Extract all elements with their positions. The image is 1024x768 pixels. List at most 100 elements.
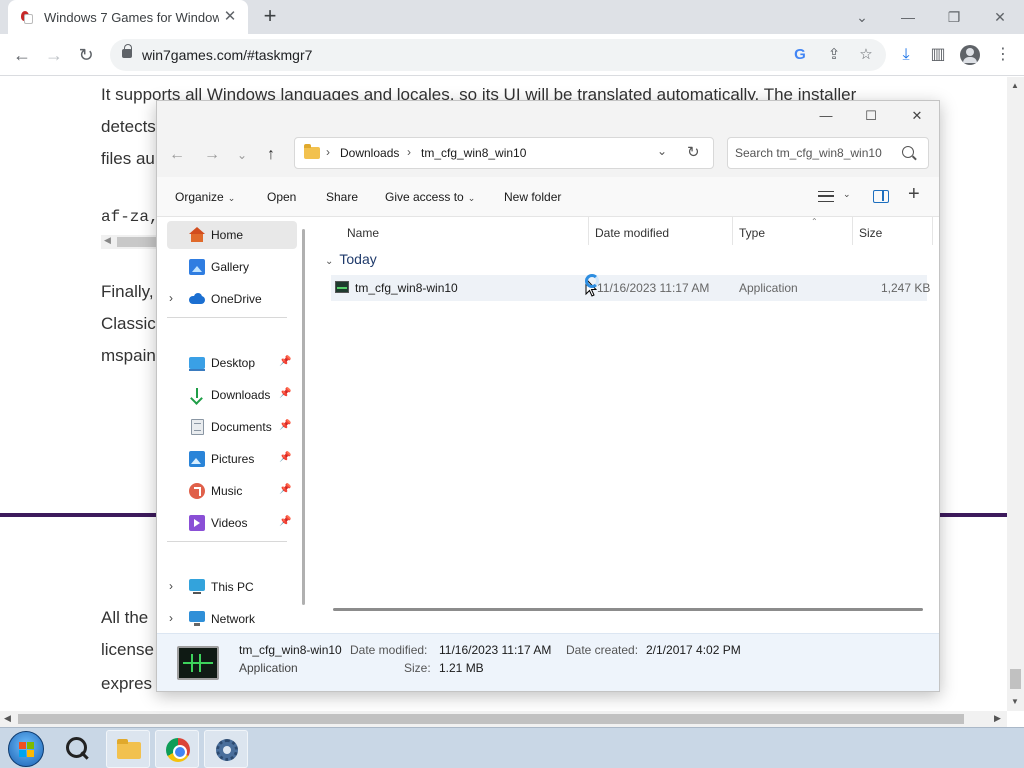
column-header-size[interactable]: Size (859, 226, 882, 240)
explorer-title-bar[interactable]: — ☐ ✕ (157, 101, 939, 131)
sidebar-divider (167, 317, 287, 318)
group-header-today[interactable]: ⌄ Today (325, 251, 377, 267)
address-bar[interactable]: win7games.com/#taskmgr7 G ⇪ ☆ (110, 39, 886, 71)
browser-restore-button[interactable]: ❐ (932, 4, 976, 30)
browser-minimize-button[interactable]: — (886, 4, 930, 30)
column-divider[interactable] (588, 217, 589, 245)
tab-close-icon[interactable]: ✕ (222, 9, 238, 25)
organize-button[interactable]: Organize ⌄ (175, 190, 235, 204)
pin-icon[interactable]: 📌 (279, 420, 291, 431)
navigation-pane: Home Gallery › OneDrive Desktop 📌 Downlo… (157, 217, 313, 633)
browser-menu-icon[interactable]: ⋮ (992, 44, 1014, 66)
scroll-right-icon[interactable]: ▶ (994, 713, 1001, 724)
page-horizontal-scrollbar[interactable]: ◀ ▶ (0, 711, 1007, 727)
google-lens-icon[interactable]: G (790, 45, 810, 65)
taskbar-search-icon[interactable] (62, 734, 92, 764)
file-list-scrollbar[interactable] (333, 608, 923, 611)
column-divider[interactable] (852, 217, 853, 245)
sidebar-item-pictures[interactable]: Pictures 📌 (167, 445, 297, 473)
column-divider[interactable] (732, 217, 733, 245)
breadcrumb-separator[interactable]: › (407, 145, 411, 159)
sidebar-item-network[interactable]: › Network (167, 605, 297, 633)
code-scroll-left-icon[interactable]: ◀ (104, 235, 111, 246)
page-code-line: af-za, (101, 208, 159, 226)
address-dropdown-icon[interactable]: ⌄ (657, 144, 667, 158)
sidebar-item-downloads[interactable]: Downloads 📌 (167, 381, 297, 409)
forward-button[interactable]: → (42, 43, 66, 67)
pin-icon[interactable]: 📌 (279, 452, 291, 463)
page-vertical-scrollbar[interactable]: ▲ ▼ (1007, 77, 1024, 711)
scroll-left-icon[interactable]: ◀ (4, 713, 11, 724)
explorer-address-bar[interactable]: › Downloads › tm_cfg_win8_win10 ⌄ ↻ (294, 137, 714, 169)
explorer-back-button[interactable]: ← (165, 143, 189, 167)
navigation-pane-scrollbar[interactable] (302, 229, 305, 605)
code-block-scrollbar[interactable]: ◀ (101, 235, 161, 249)
new-item-plus-icon[interactable]: + (908, 183, 920, 206)
chevron-right-icon[interactable]: › (169, 291, 173, 305)
share-button[interactable]: Share (326, 190, 358, 204)
column-header-date-modified[interactable]: Date modified (595, 226, 669, 240)
column-header-type[interactable]: Type (739, 226, 765, 240)
sidebar-item-gallery[interactable]: Gallery (167, 253, 297, 281)
breadcrumb-separator[interactable]: › (326, 145, 330, 159)
refresh-icon[interactable]: ↻ (687, 143, 700, 161)
tab-search-icon[interactable]: ⌄ (840, 4, 884, 30)
search-icon[interactable] (902, 146, 914, 158)
sidebar-item-music[interactable]: Music 📌 (167, 477, 297, 505)
bookmark-star-icon[interactable]: ☆ (856, 45, 876, 65)
sidebar-item-desktop[interactable]: Desktop 📌 (167, 349, 297, 377)
chevron-down-icon[interactable]: ⌄ (843, 189, 851, 200)
address-url[interactable]: win7games.com/#taskmgr7 (142, 47, 312, 63)
explorer-close-button[interactable]: ✕ (897, 105, 937, 127)
pin-icon[interactable]: 📌 (279, 356, 291, 367)
breadcrumb-downloads[interactable]: Downloads (340, 146, 399, 160)
start-button-windows-icon[interactable] (8, 731, 44, 767)
view-options-icon[interactable] (818, 191, 834, 202)
column-header-name[interactable]: Name (347, 226, 379, 240)
sidebar-item-documents[interactable]: Documents 📌 (167, 413, 297, 441)
profile-avatar-icon[interactable] (960, 45, 980, 65)
new-tab-button[interactable]: + (258, 5, 282, 29)
scroll-down-icon[interactable]: ▼ (1011, 697, 1019, 706)
pin-icon[interactable]: 📌 (279, 484, 291, 495)
page-scroll-thumb[interactable] (1010, 669, 1021, 689)
chevron-down-icon[interactable]: ⌄ (325, 256, 333, 267)
browser-tab[interactable]: Windows 7 Games for Windows ✕ (8, 0, 248, 34)
details-date-modified-label: Date modified: (350, 643, 428, 657)
scroll-up-icon[interactable]: ▲ (1011, 81, 1019, 90)
code-scroll-thumb[interactable] (117, 237, 161, 247)
browser-close-button[interactable]: ✕ (978, 4, 1022, 30)
sidebar-item-onedrive[interactable]: › OneDrive (167, 285, 297, 313)
breadcrumb-current-folder[interactable]: tm_cfg_win8_win10 (421, 146, 526, 160)
chevron-right-icon[interactable]: › (169, 611, 173, 625)
lock-icon[interactable] (122, 44, 132, 58)
table-row[interactable]: tm_cfg_win8-win10 11/16/2023 11:17 AM Ap… (331, 275, 930, 301)
explorer-minimize-button[interactable]: — (806, 105, 846, 127)
new-folder-button[interactable]: New folder (504, 190, 561, 204)
taskbar-file-explorer-icon[interactable] (106, 730, 150, 768)
up-folder-button[interactable]: ↑ (259, 143, 283, 167)
pin-icon[interactable]: 📌 (279, 388, 291, 399)
explorer-forward-button[interactable]: → (200, 143, 224, 167)
taskbar-task-manager-gear-icon[interactable] (204, 730, 248, 768)
explorer-search-input[interactable] (735, 144, 895, 162)
sidebar-item-this-pc[interactable]: › This PC (167, 573, 297, 601)
open-button[interactable]: Open (267, 190, 296, 204)
recent-locations-button[interactable]: ⌄ (230, 143, 254, 167)
taskbar-chrome-icon[interactable] (155, 730, 199, 768)
details-pane-icon[interactable] (873, 190, 889, 203)
downloads-icon[interactable]: ⤓ (895, 44, 917, 66)
sidebar-item-videos[interactable]: Videos 📌 (167, 509, 297, 537)
pin-icon[interactable]: 📌 (279, 516, 291, 527)
column-divider[interactable] (932, 217, 933, 245)
chevron-right-icon[interactable]: › (169, 579, 173, 593)
back-button[interactable]: ← (10, 43, 34, 67)
sidebar-item-home[interactable]: Home (167, 221, 297, 249)
explorer-search-box[interactable] (727, 137, 929, 169)
share-icon[interactable]: ⇪ (824, 45, 844, 65)
reload-button[interactable]: ↻ (74, 43, 98, 67)
give-access-button[interactable]: Give access to ⌄ (385, 190, 475, 204)
explorer-maximize-button[interactable]: ☐ (851, 105, 891, 127)
side-panel-icon[interactable]: ▥ (927, 44, 949, 66)
page-hscroll-thumb[interactable] (18, 714, 964, 724)
